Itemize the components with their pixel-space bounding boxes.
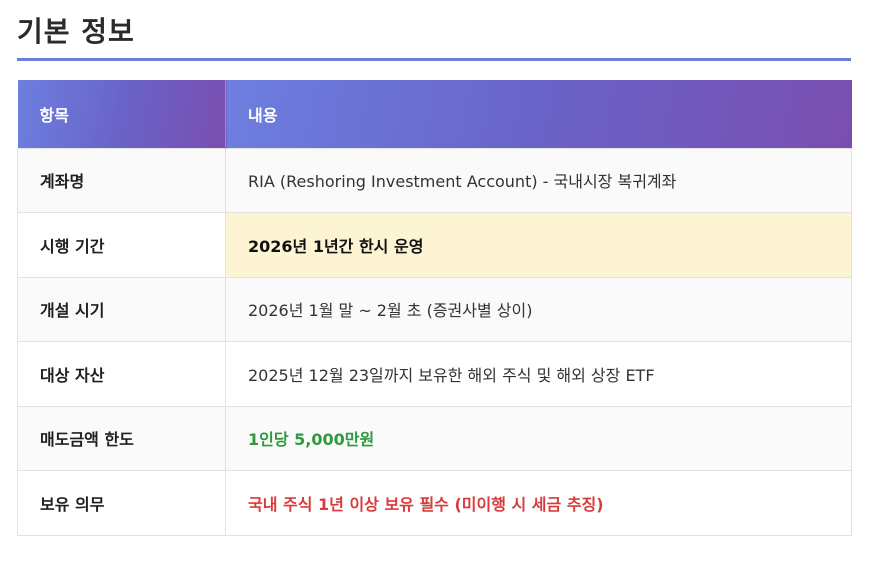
row-value: RIA (Reshoring Investment Account) - 국내시… bbox=[225, 147, 852, 213]
title-divider bbox=[17, 58, 851, 61]
table-row: 시행 기간 2026년 1년간 한시 운영 bbox=[17, 212, 852, 278]
row-label: 대상 자산 bbox=[17, 341, 226, 407]
header-row: 항목 내용 bbox=[17, 80, 852, 148]
row-value-limit: 1인당 5,000만원 bbox=[225, 405, 852, 471]
table-row: 대상 자산 2025년 12월 23일까지 보유한 해외 주식 및 해외 상장 … bbox=[17, 341, 852, 407]
row-value-highlighted: 2026년 1년간 한시 운영 bbox=[225, 212, 852, 278]
row-label: 시행 기간 bbox=[17, 212, 226, 278]
column-header-item: 항목 bbox=[17, 80, 226, 148]
page: 기본 정보 항목 내용 계좌명 RIA (Reshoring Investmen… bbox=[0, 0, 869, 565]
column-header-content: 내용 bbox=[225, 80, 852, 148]
table-row: 매도금액 한도 1인당 5,000만원 bbox=[17, 405, 852, 471]
row-label: 매도금액 한도 bbox=[17, 405, 226, 471]
row-label: 개설 시기 bbox=[17, 276, 226, 342]
table-header: 항목 내용 bbox=[17, 80, 852, 148]
basic-info-table: 항목 내용 계좌명 RIA (Reshoring Investment Acco… bbox=[17, 80, 852, 536]
row-value: 2026년 1월 말 ~ 2월 초 (증권사별 상이) bbox=[225, 276, 852, 342]
section-title: 기본 정보 bbox=[17, 15, 135, 48]
table-row: 개설 시기 2026년 1월 말 ~ 2월 초 (증권사별 상이) bbox=[17, 276, 852, 342]
table-row: 계좌명 RIA (Reshoring Investment Account) -… bbox=[17, 147, 852, 213]
table-row: 보유 의무 국내 주식 1년 이상 보유 필수 (미이행 시 세금 추징) bbox=[17, 470, 852, 536]
row-label: 보유 의무 bbox=[17, 470, 226, 536]
row-label: 계좌명 bbox=[17, 147, 226, 213]
table-body: 계좌명 RIA (Reshoring Investment Account) -… bbox=[17, 147, 852, 536]
row-value: 2025년 12월 23일까지 보유한 해외 주식 및 해외 상장 ETF bbox=[225, 341, 852, 407]
row-value-warning: 국내 주식 1년 이상 보유 필수 (미이행 시 세금 추징) bbox=[225, 470, 852, 536]
